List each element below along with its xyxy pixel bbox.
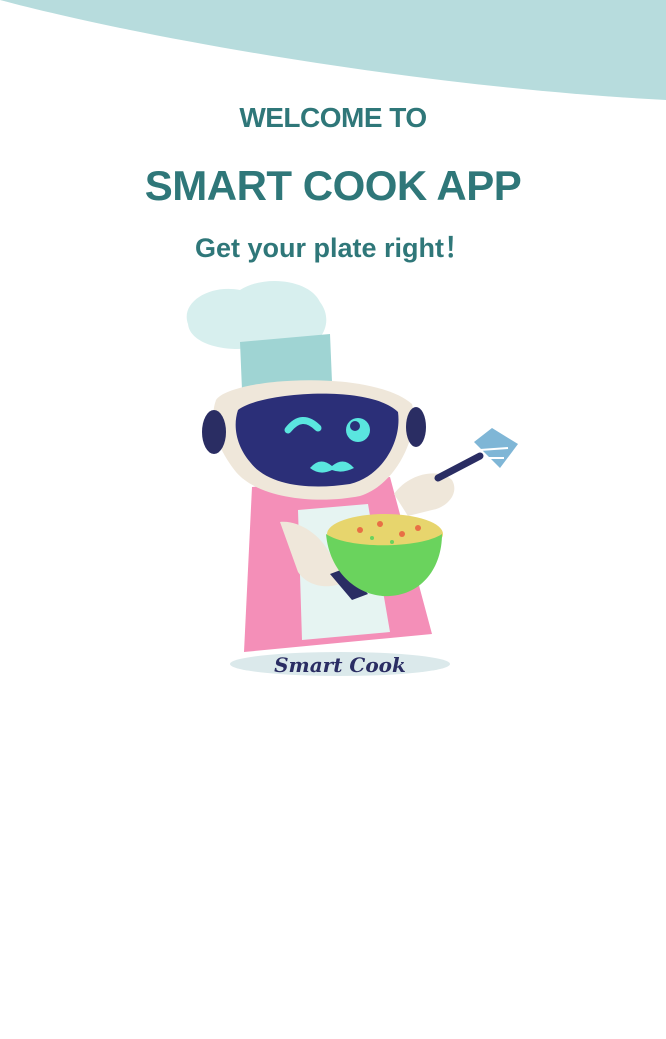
tagline: Get your plate right！: [194, 233, 472, 263]
splash-screen: WELCOME TO SMART COOK APP Get your plate…: [0, 0, 666, 1039]
chef-robot-mascot-icon: Smart Cook: [186, 280, 518, 677]
header-wave-decoration: [0, 0, 666, 100]
welcome-heading: WELCOME TO: [239, 102, 427, 133]
logo-caption: Smart Cook: [274, 653, 406, 677]
app-title: SMART COOK APP: [144, 162, 522, 209]
